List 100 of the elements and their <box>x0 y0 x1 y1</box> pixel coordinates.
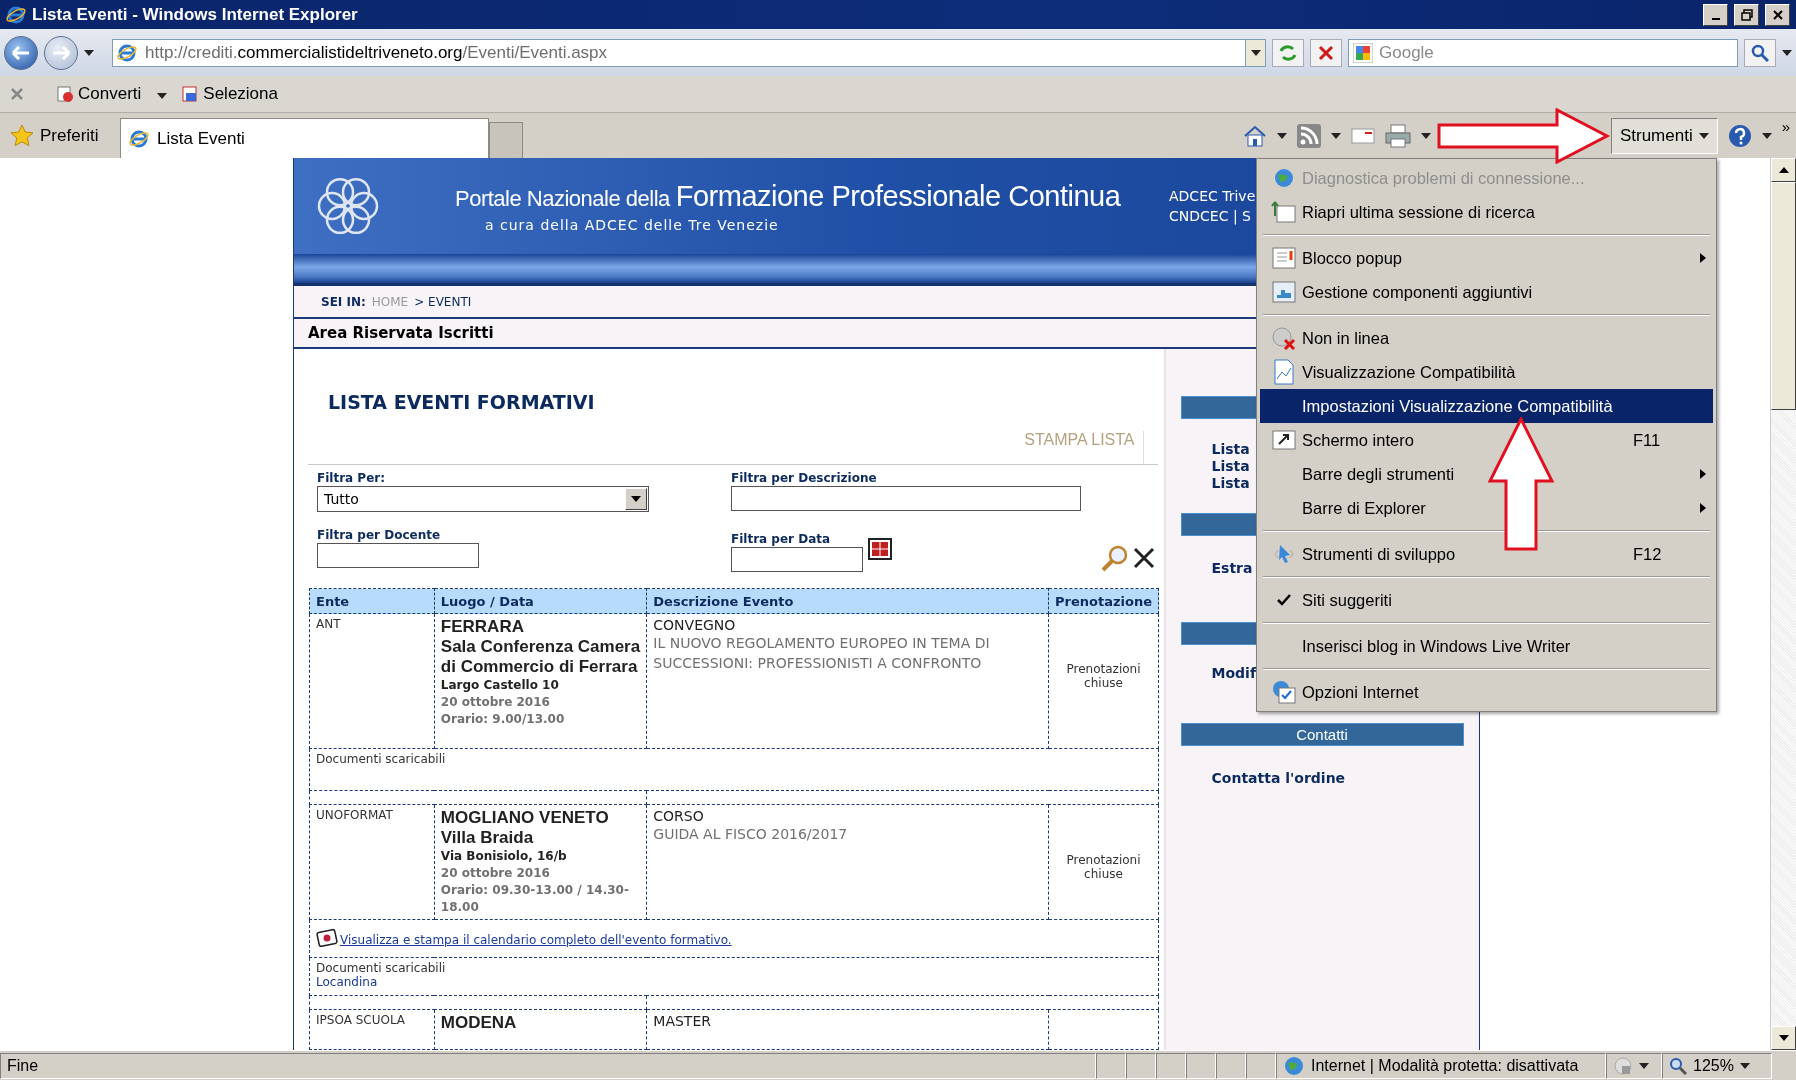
breadcrumb-item: > EVENTI <box>414 294 472 309</box>
filter-select[interactable]: Tutto <box>317 486 649 512</box>
scroll-thumb[interactable] <box>1771 182 1796 410</box>
offline-globe-icon <box>1271 326 1297 350</box>
document-link[interactable]: Locandina <box>316 975 1152 989</box>
search-button[interactable] <box>1744 38 1776 67</box>
status-panel <box>1216 1052 1246 1079</box>
column-header: Ente <box>309 588 435 614</box>
star-icon <box>10 123 34 148</box>
teacher-field[interactable] <box>317 543 479 568</box>
select-button[interactable]: Seleziona <box>177 82 282 106</box>
checkmark-icon <box>1277 594 1291 606</box>
site-title: Formazione Professionale Continua <box>675 179 1121 213</box>
event-type: CORSO <box>653 808 705 824</box>
status-panel <box>1156 1052 1186 1079</box>
search-icon <box>1101 544 1129 572</box>
menu-item[interactable]: Blocco popup <box>1260 241 1713 275</box>
history-caret-icon <box>84 49 94 56</box>
close-button[interactable] <box>1765 3 1790 26</box>
scroll-up-icon <box>1778 167 1789 173</box>
caret-icon <box>1420 132 1431 139</box>
city-name: MODENA <box>440 1013 518 1033</box>
menu-item[interactable]: Visualizzazione Compatibilità <box>1260 355 1713 389</box>
refresh-icon <box>1278 43 1298 62</box>
caret-icon <box>1698 132 1709 139</box>
documents-label: Documenti scaricabili <box>316 961 447 975</box>
caret-icon <box>1330 132 1341 139</box>
search-field[interactable]: Google <box>1348 38 1738 67</box>
restore-button[interactable] <box>1734 3 1759 26</box>
forward-button[interactable] <box>44 35 78 70</box>
puzzle-icon <box>1271 280 1297 304</box>
menu-item[interactable]: Barre di Explorer <box>1260 491 1713 525</box>
booking-status: Prenotazioni chiuse <box>1065 852 1142 881</box>
globe-icon <box>1273 167 1295 189</box>
submenu-arrow-icon <box>1700 503 1706 513</box>
menu-item[interactable]: Strumenti di sviluppo F12 <box>1260 537 1713 571</box>
menu-item[interactable]: Siti suggeriti <box>1260 583 1713 617</box>
event-title: IL NUOVO REGOLAMENTO EUROPEO IN TEMA DI SUCCESSIONI: PROFESSIONISTI A CONFRONTO <box>653 634 991 673</box>
caret-icon <box>1250 49 1261 56</box>
description-field[interactable] <box>731 486 1081 511</box>
zoom-icon <box>1669 1056 1687 1075</box>
more-tools-chevron[interactable]: » <box>1781 117 1790 135</box>
scroll-down-icon <box>1778 1035 1789 1041</box>
stop-button[interactable] <box>1310 38 1342 67</box>
menu-item[interactable]: Barre degli strumenti <box>1260 457 1713 491</box>
site-title: Portale Nazionale della <box>455 185 670 212</box>
sidebar-heading: Contatti <box>1180 723 1464 746</box>
menu-item[interactable]: Impostazioni Visualizzazione Compatibilità <box>1260 389 1713 423</box>
clear-x-icon <box>1133 547 1155 569</box>
calendar-camera-icon <box>316 926 338 947</box>
filter-label: Filtra Per: <box>317 471 386 485</box>
menu-item[interactable]: Inserisci blog in Windows Live Writer <box>1260 629 1713 663</box>
header-link[interactable]: CNDCEC | S <box>1169 208 1251 225</box>
zoom-button[interactable]: 125% <box>1662 1052 1772 1079</box>
reopen-window-icon <box>1271 200 1297 224</box>
time-text: Orario: 9.00/13.00 <box>440 711 566 728</box>
mail-icon <box>1350 126 1375 145</box>
window-title: Lista Eventi - Windows Internet Explorer <box>32 4 359 25</box>
printer-icon <box>1384 123 1411 148</box>
column-header: Descrizione Evento <box>646 588 1049 614</box>
menu-item[interactable]: Gestione componenti aggiuntivi <box>1260 275 1713 309</box>
back-button[interactable] <box>4 35 38 70</box>
minimize-button[interactable] <box>1703 3 1728 26</box>
address-field[interactable]: http://crediti.commercialistideltriveneto.org/Eventi/Eventi.aspx <box>112 38 1266 67</box>
organizer-text: UNOFORMAT <box>316 808 394 822</box>
browser-tab[interactable]: Lista Eventi <box>120 118 489 158</box>
browser-e-icon <box>117 42 137 63</box>
organizer-text: IPSOA SCUOLA <box>316 1013 407 1027</box>
refresh-button[interactable] <box>1272 38 1304 67</box>
header-link[interactable]: ADCEC Trive <box>1169 188 1256 205</box>
search-icon <box>1751 43 1769 62</box>
column-header: Prenotazione <box>1048 588 1159 614</box>
documents-label: Documenti scaricabili <box>316 752 447 766</box>
filter-label: Filtra per Docente <box>317 528 442 542</box>
menu-item[interactable]: Riapri ultima sessione di ricerca <box>1260 195 1713 229</box>
booking-status: Prenotazioni chiuse <box>1065 661 1142 690</box>
event-title: GUIDA AL FISCO 2016/2017 <box>653 825 849 844</box>
city-name: MOGLIANO VENETO <box>440 808 610 828</box>
search-options-caret-icon <box>1782 49 1792 56</box>
caret-icon <box>1276 132 1287 139</box>
address-text: Via Bonisiolo, 16/b <box>440 848 568 865</box>
date-field[interactable] <box>731 547 863 572</box>
submenu-arrow-icon <box>1700 469 1706 479</box>
sidebar-link[interactable]: Contatta l'ordine <box>1211 770 1479 787</box>
menu-item[interactable]: Schermo intero F11 <box>1260 423 1713 457</box>
column-header: Luogo / Data <box>434 588 647 614</box>
venue-name: Villa Braida <box>440 828 535 848</box>
city-name: FERRARA <box>440 617 525 637</box>
globe-icon <box>1283 1054 1305 1077</box>
menu-item[interactable]: Opzioni Internet <box>1260 675 1713 709</box>
calendar-link[interactable]: Visualizza e stampa il calendario completo dell'evento formativo. <box>340 932 732 947</box>
scrollbar[interactable] <box>1770 158 1796 1050</box>
caret-icon <box>157 93 168 99</box>
convert-button[interactable]: Converti <box>52 82 172 106</box>
favorites-button[interactable]: Preferiti <box>4 123 120 148</box>
address-dropdown-button[interactable] <box>1245 39 1265 66</box>
restore-icon <box>1740 8 1753 21</box>
tools-button[interactable]: Strumenti <box>1610 117 1718 154</box>
fullscreen-icon <box>1271 428 1297 452</box>
browser-e-icon <box>6 4 26 25</box>
